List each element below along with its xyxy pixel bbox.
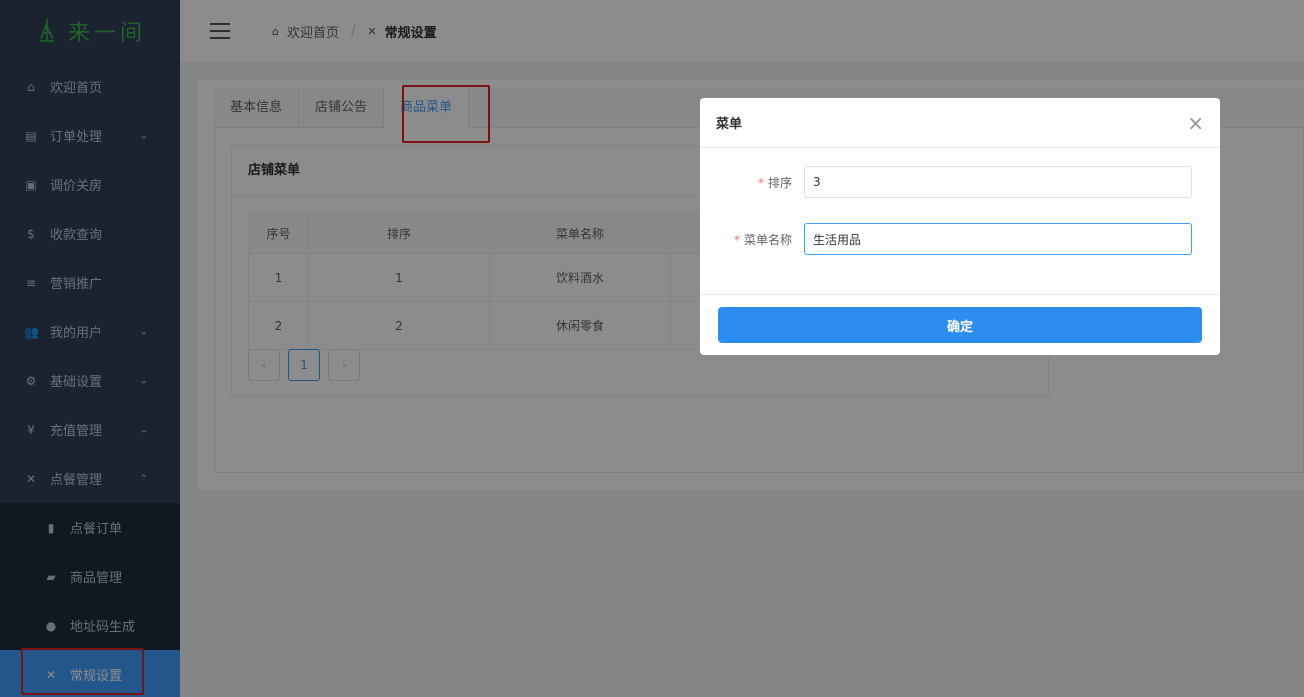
dialog-footer: 确定 <box>700 294 1220 355</box>
name-form-row: * 菜单名称 <box>700 223 1192 255</box>
menu-name-label: * 菜单名称 <box>733 232 792 247</box>
required-marker: * <box>733 232 740 247</box>
sort-input[interactable] <box>804 166 1192 198</box>
sort-label: * 排序 <box>757 175 792 190</box>
confirm-button[interactable]: 确定 <box>718 307 1202 343</box>
dialog-title: 菜单 <box>716 117 743 132</box>
menu-name-input[interactable] <box>804 223 1192 255</box>
menu-dialog: 菜单 × *排序 *菜单名称 确定 <box>700 98 1220 355</box>
close-icon[interactable]: × <box>1187 113 1204 133</box>
required-marker: * <box>757 175 764 190</box>
sort-form-row: * 排序 <box>700 166 1192 198</box>
dialog-header: 菜单 × <box>700 98 1220 148</box>
